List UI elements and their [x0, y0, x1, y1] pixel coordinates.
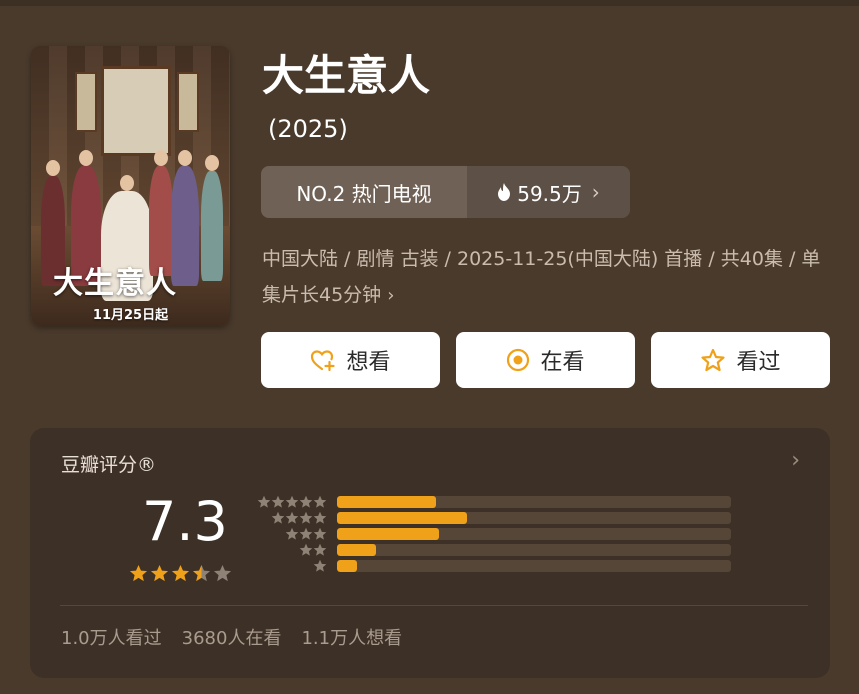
star-icon: [313, 511, 327, 524]
bar-track: [337, 528, 731, 540]
bar-track: [337, 544, 731, 556]
star-icon: [299, 511, 313, 524]
bar-stars: [255, 495, 327, 509]
page-title: 大生意人: [262, 51, 431, 100]
star-icon: [271, 495, 285, 508]
chevron-right-icon: ›: [387, 285, 395, 306]
rating-card[interactable]: 豆瓣评分® › 7.3 1.0万人看过 3680人在看 1.1万人想看: [30, 428, 830, 678]
bar-stars: [255, 543, 327, 557]
star-icon: [313, 527, 327, 540]
fire-icon: [498, 183, 511, 201]
stat-watching[interactable]: 3680人在看: [182, 624, 282, 650]
rating-bar-row: [255, 542, 731, 558]
rating-bar-row: [255, 494, 731, 510]
poster-date: 11月25日起: [92, 308, 169, 323]
star-icon: [313, 559, 327, 572]
release-year: (2025): [268, 115, 348, 143]
bar-fill: [337, 544, 377, 556]
chevron-right-icon: ›: [591, 180, 600, 204]
movie-detail-page: 大生意人 11月25日起 大生意人 (2025) NO.2 热门电视 59.5万…: [0, 0, 859, 694]
rating-distribution: [255, 494, 731, 574]
bar-fill: [337, 528, 440, 540]
bar-stars: [255, 559, 327, 573]
bar-fill: [337, 496, 436, 508]
bar-stars: [255, 511, 327, 525]
heat-value: 59.5万: [517, 181, 582, 206]
target-icon: [507, 348, 530, 372]
star-icon: [313, 543, 327, 556]
action-buttons: 想看 在看 看过: [261, 332, 830, 388]
chevron-right-icon[interactable]: ›: [791, 448, 800, 473]
watched-button[interactable]: 看过: [651, 332, 830, 388]
heart-plus-icon: [311, 350, 336, 372]
watched-label: 看过: [736, 350, 781, 375]
star-outline-icon: [701, 348, 726, 372]
star-icon: [150, 564, 169, 582]
bar-track: [337, 560, 731, 572]
poster-image[interactable]: 大生意人 11月25日起: [31, 46, 230, 326]
divider: [60, 605, 808, 606]
meta-info[interactable]: 中国大陆 / 剧情 古装 / 2025-11-25(中国大陆) 首播 / 共40…: [262, 241, 822, 314]
star-icon: [285, 527, 299, 540]
star-icon: [271, 511, 285, 524]
star-icon: [299, 495, 313, 508]
star-icon: [213, 564, 232, 582]
watching-label: 在看: [540, 350, 585, 375]
bar-stars: [255, 527, 327, 541]
rating-header: 豆瓣评分®: [61, 454, 157, 476]
star-icon: [192, 564, 211, 582]
watching-button[interactable]: 在看: [456, 332, 635, 388]
rating-bar-row: [255, 558, 731, 574]
rank-chip[interactable]: NO.2 热门电视 59.5万 ›: [261, 166, 630, 218]
bar-fill: [337, 512, 468, 524]
want-label: 想看: [346, 350, 391, 375]
star-icon: [129, 564, 148, 582]
poster-scroll-right: [177, 72, 199, 132]
poster-scroll-left: [75, 72, 97, 132]
star-icon: [313, 495, 327, 508]
meta-text: 中国大陆 / 剧情 古装 / 2025-11-25(中国大陆) 首播 / 共40…: [262, 248, 821, 306]
bar-fill: [337, 560, 357, 572]
rating-bar-row: [255, 526, 731, 542]
poster-title-art: 大生意人: [53, 266, 177, 301]
rank-label[interactable]: NO.2 热门电视: [261, 166, 467, 218]
star-icon: [171, 564, 190, 582]
star-icon: [285, 511, 299, 524]
top-bar: [0, 0, 859, 6]
rating-stats: 1.0万人看过 3680人在看 1.1万人想看: [61, 624, 402, 650]
star-icon: [257, 495, 271, 508]
rating-score: 7.3: [142, 490, 228, 553]
bar-track: [337, 512, 731, 524]
star-icon: [299, 527, 313, 540]
score-stars: [129, 564, 232, 583]
want-to-watch-button[interactable]: 想看: [261, 332, 440, 388]
stat-want[interactable]: 1.1万人想看: [301, 624, 402, 650]
rating-bar-row: [255, 510, 731, 526]
bar-track: [337, 496, 731, 508]
star-icon: [299, 543, 313, 556]
star-icon: [285, 495, 299, 508]
heat-counter[interactable]: 59.5万 ›: [467, 166, 630, 218]
stat-watched[interactable]: 1.0万人看过: [61, 624, 162, 650]
poster-plaque: [101, 66, 171, 156]
